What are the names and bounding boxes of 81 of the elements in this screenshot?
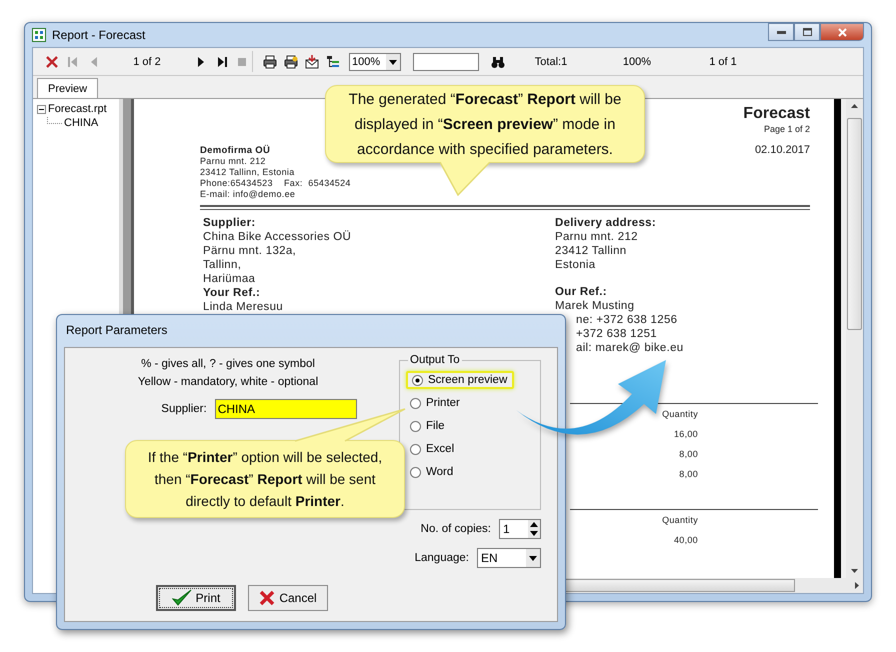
supplier-label: Supplier: [161, 403, 207, 415]
checkmark-icon [172, 589, 192, 607]
scrollbar-thumb[interactable] [847, 118, 862, 330]
scroll-right-icon [855, 582, 859, 589]
company-detail: Parnu mnt. 212 [200, 156, 267, 167]
field-value: ne: +372 638 1256 [575, 313, 678, 327]
field-label: Delivery address: [555, 216, 657, 230]
minimize-button[interactable] [768, 23, 794, 41]
scroll-down-icon [851, 569, 858, 573]
company-detail: Phone:65434523 Fax: 65434524 [200, 178, 351, 189]
language-dropdown[interactable]: EN [477, 548, 541, 568]
field-value: ail: marek@ bike.eu [575, 341, 684, 355]
radio-option[interactable]: Word [406, 463, 514, 481]
copies-spinner[interactable]: 1 [499, 519, 541, 539]
supplier-field[interactable]: CHINA [214, 399, 357, 419]
preview-tab[interactable]: Preview [37, 78, 98, 98]
field-value: Parnu mnt. 212 [555, 230, 639, 244]
tree-icon [326, 54, 340, 68]
maximize-icon [802, 28, 812, 36]
field-value: Marek Musting [555, 299, 636, 313]
table-cell-text: 40,00 [672, 535, 698, 545]
company-detail: E-mail: info@demo.ee [200, 189, 296, 200]
toolbar-label: Total:1 [534, 56, 568, 68]
group-title: Output To [408, 354, 462, 366]
printer-icon [284, 54, 298, 68]
close-icon [44, 54, 58, 68]
language-label: Language: [414, 552, 469, 564]
app-icon [32, 28, 46, 42]
field-value: 23412 Tallinn [555, 244, 628, 258]
field-label: Supplier: [203, 216, 257, 230]
maximize-button[interactable] [794, 23, 820, 41]
column-header: Quantity [661, 409, 698, 419]
field-value: Pärnu mnt. 132a, [203, 244, 298, 258]
vertical-scrollbar[interactable] [846, 99, 863, 578]
printer-icon [262, 54, 276, 68]
radio-option[interactable]: Screen preview [406, 371, 514, 389]
toolbar-label: 1 of 2 [132, 56, 162, 68]
hint-text: % - gives all, ? - gives one symbol [141, 357, 315, 372]
x-icon [259, 590, 276, 606]
collapse-icon[interactable] [37, 104, 46, 114]
close-icon [838, 28, 846, 36]
company-detail: 23412 Tallinn, Estonia [200, 167, 296, 178]
tree-item[interactable]: CHINA [64, 117, 98, 129]
field-value: Estonia [555, 258, 596, 272]
window-title: Report - Forecast [52, 28, 146, 42]
dialog-title: Report Parameters [65, 322, 168, 339]
spin-arrows-icon [528, 520, 540, 538]
close-window-button[interactable] [820, 23, 864, 41]
field-value: +372 638 1251 [575, 327, 658, 341]
column-header: Quantity [661, 515, 698, 525]
field-value: Linda Meresuu [203, 300, 284, 314]
binoculars-icon [490, 54, 504, 68]
zoom-dropdown[interactable]: 100% [349, 52, 401, 70]
radio-option[interactable]: File [406, 417, 514, 435]
skip-back-icon [66, 54, 80, 68]
field-value: Tallinn, [203, 258, 242, 272]
callout-pointer [440, 162, 492, 196]
print-button[interactable]: Print [156, 585, 236, 611]
copies-label: No. of copies: [420, 523, 491, 535]
hint-text: Yellow - mandatory, white - optional [138, 375, 318, 390]
field-label: Our Ref.: [555, 285, 608, 299]
field-value: Hariümaa [203, 272, 256, 286]
company-name: Demofirma OÜ [200, 145, 272, 156]
tree-item[interactable]: Forecast.rpt [48, 103, 107, 115]
report-title: Forecast [743, 105, 810, 123]
field-label: Your Ref.: [203, 286, 262, 300]
report-date: 02.10.2017 [754, 144, 810, 156]
search-field[interactable] [413, 52, 479, 70]
toolbar-label: 100% [622, 56, 652, 68]
page-number: Page 1 of 2 [762, 124, 810, 134]
cancel-button[interactable]: Cancel [248, 585, 328, 611]
table-cell-text: 16,00 [672, 429, 698, 439]
minimize-icon [776, 30, 786, 34]
scroll-up-icon [851, 104, 858, 108]
table-cell-text: 8,00 [678, 449, 698, 459]
field-value: China Bike Accessories OÜ [203, 230, 352, 244]
table-cell-text: 8,00 [678, 469, 698, 479]
envelope-icon [304, 54, 318, 68]
toolbar-label: 1 of 1 [708, 56, 738, 68]
radio-option[interactable]: Excel [406, 440, 514, 458]
radio-option[interactable]: Printer [406, 394, 514, 412]
